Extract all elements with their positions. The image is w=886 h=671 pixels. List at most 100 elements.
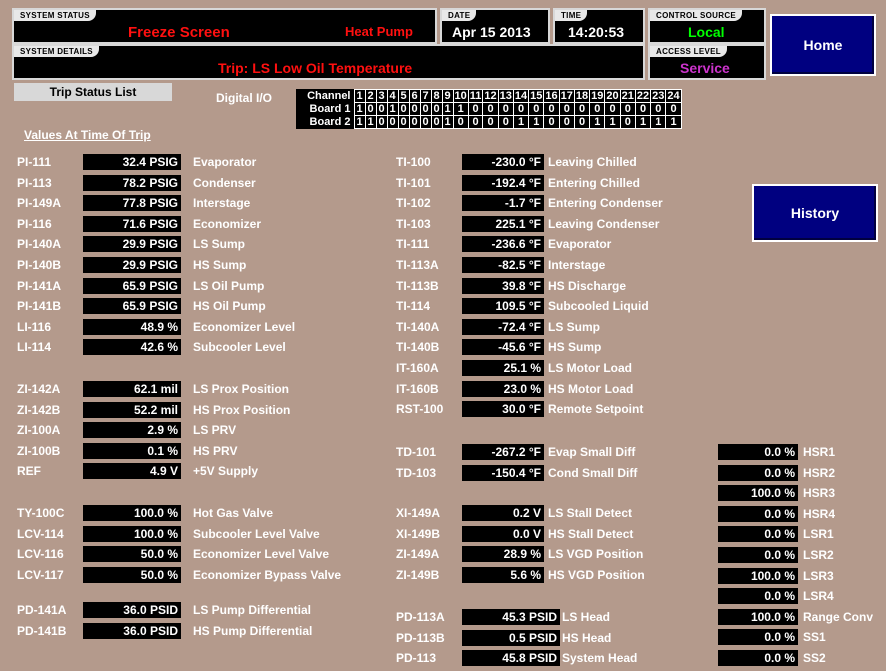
tag-label: TI-101 bbox=[396, 176, 431, 190]
value-readout: -267.2 °F bbox=[462, 444, 544, 460]
value-readout: 0.5 PSID bbox=[462, 630, 560, 646]
desc-label: +5V Supply bbox=[193, 464, 259, 478]
value-readout: 0.0 % bbox=[718, 588, 798, 604]
value-readout: 62.1 mil bbox=[83, 381, 181, 397]
desc-label: Range Conv bbox=[803, 610, 874, 624]
value-readout: 100.0 % bbox=[83, 526, 181, 542]
io-bit-cell: 1 bbox=[452, 102, 469, 116]
system-details-label: SYSTEM DETAILS bbox=[14, 46, 99, 57]
value-readout: 36.0 PSID bbox=[83, 602, 181, 618]
tag-label: REF bbox=[17, 464, 41, 478]
history-button[interactable]: History bbox=[752, 184, 878, 242]
value-readout: -150.4 °F bbox=[462, 465, 544, 481]
io-channel-cell: 24 bbox=[665, 89, 682, 103]
desc-label: Hot Gas Valve bbox=[193, 506, 274, 520]
tag-label: RST-100 bbox=[396, 402, 444, 416]
io-channel-cell: 6 bbox=[408, 89, 421, 103]
tag-label: PI-140B bbox=[17, 258, 62, 272]
trip-status-list-button[interactable]: Trip Status List bbox=[14, 83, 172, 101]
io-bit-cell: 0 bbox=[467, 102, 484, 116]
value-readout: -82.5 °F bbox=[462, 257, 544, 273]
date-value: Apr 15 2013 bbox=[452, 24, 531, 40]
desc-label: Remote Setpoint bbox=[548, 402, 644, 416]
tag-label: PI-141B bbox=[17, 299, 62, 313]
tag-label: PI-149A bbox=[17, 196, 62, 210]
tag-label: IT-160A bbox=[396, 361, 439, 375]
tag-label: LCV-116 bbox=[17, 547, 64, 561]
home-button[interactable]: Home bbox=[770, 14, 876, 76]
io-bit-cell: 0 bbox=[386, 115, 399, 129]
access-level-value: Service bbox=[680, 60, 730, 76]
io-bit-cell: 1 bbox=[353, 102, 366, 116]
tag-label: IT-160B bbox=[396, 382, 439, 396]
value-readout: 0.0 V bbox=[462, 526, 544, 542]
tag-label: TI-113A bbox=[396, 258, 439, 272]
tag-label: ZI-142B bbox=[17, 403, 61, 417]
control-source-label: CONTROL SOURCE bbox=[650, 10, 743, 21]
tag-label: PI-111 bbox=[17, 155, 52, 169]
desc-label: LS Sump bbox=[548, 320, 601, 334]
desc-label: LSR2 bbox=[803, 548, 834, 562]
io-bit-cell: 0 bbox=[430, 115, 443, 129]
io-channel-cell: 1 bbox=[353, 89, 366, 103]
desc-label: Entering Chilled bbox=[548, 176, 641, 190]
desc-label: Economizer Bypass Valve bbox=[193, 568, 342, 582]
tag-label: LI-114 bbox=[17, 340, 52, 354]
io-channel-cell: 9 bbox=[441, 89, 454, 103]
io-channel-cell: 22 bbox=[634, 89, 652, 103]
desc-label: LS Head bbox=[562, 610, 611, 624]
io-bit-cell: 0 bbox=[482, 115, 499, 129]
value-readout: 0.0 % bbox=[718, 629, 798, 645]
io-channel-cell: 12 bbox=[482, 89, 499, 103]
io-bit-cell: 0 bbox=[634, 102, 652, 116]
digital-io-table: Channel 1 2 3 4 5 6 7 8 9 10 11 12 13 14 15 16 17 18 19 20 21… bbox=[296, 89, 682, 129]
digital-io-label: Digital I/O bbox=[216, 91, 273, 105]
tag-label: LCV-117 bbox=[17, 568, 64, 582]
time-label: TIME bbox=[555, 10, 588, 21]
tag-label: TI-113B bbox=[396, 279, 439, 293]
tag-label: TI-100 bbox=[396, 155, 431, 169]
io-bit-cell: 0 bbox=[512, 102, 530, 116]
desc-label: LS Oil Pump bbox=[193, 279, 265, 293]
desc-label: Interstage bbox=[193, 196, 251, 210]
io-channel-label: Channel bbox=[307, 90, 351, 102]
desc-label: Leaving Condenser bbox=[548, 217, 660, 231]
desc-label: HS Stall Detect bbox=[548, 527, 634, 541]
value-readout: 30.0 °F bbox=[462, 401, 544, 417]
desc-label: HS VGD Position bbox=[548, 568, 645, 582]
desc-label: HSR3 bbox=[803, 486, 836, 500]
io-channel-cell: 11 bbox=[467, 89, 484, 103]
tag-label: XI-149B bbox=[396, 527, 441, 541]
value-readout: 0.0 % bbox=[718, 547, 798, 563]
value-readout: 29.9 PSIG bbox=[83, 236, 181, 252]
io-bit-cell: 0 bbox=[430, 102, 443, 116]
tag-label: PD-113 bbox=[396, 651, 437, 665]
desc-label: HS Sump bbox=[193, 258, 247, 272]
tag-label: PD-141A bbox=[17, 603, 67, 617]
desc-label: Cond Small Diff bbox=[548, 466, 638, 480]
desc-label: SS2 bbox=[803, 651, 826, 665]
io-board1-row: Board 1100100001100000000000000 bbox=[296, 102, 682, 116]
tag-label: TD-101 bbox=[396, 445, 437, 459]
value-readout: 78.2 PSIG bbox=[83, 175, 181, 191]
io-bit-cell: 0 bbox=[497, 115, 514, 129]
control-source-value: Local bbox=[688, 24, 725, 40]
values-heading: Values At Time Of Trip bbox=[24, 128, 151, 142]
desc-label: HS Prox Position bbox=[193, 403, 291, 417]
io-channel-cell: 3 bbox=[375, 89, 388, 103]
io-bit-cell: 0 bbox=[665, 102, 682, 116]
io-bit-cell: 0 bbox=[604, 102, 621, 116]
tag-label: TI-114 bbox=[396, 299, 431, 313]
desc-label: LS Pump Differential bbox=[193, 603, 312, 617]
value-readout: 39.8 °F bbox=[462, 278, 544, 294]
value-readout: 225.1 °F bbox=[462, 216, 544, 232]
value-readout: 100.0 % bbox=[718, 568, 798, 584]
io-bit-cell: 1 bbox=[364, 115, 377, 129]
tag-label: PI-113 bbox=[17, 176, 52, 190]
desc-label: Subcooled Liquid bbox=[548, 299, 649, 313]
desc-label: HSR1 bbox=[803, 445, 836, 459]
desc-label: LS Stall Detect bbox=[548, 506, 633, 520]
tag-label: XI-149A bbox=[396, 506, 441, 520]
desc-label: HS Oil Pump bbox=[193, 299, 266, 313]
io-bit-cell: 0 bbox=[528, 102, 545, 116]
